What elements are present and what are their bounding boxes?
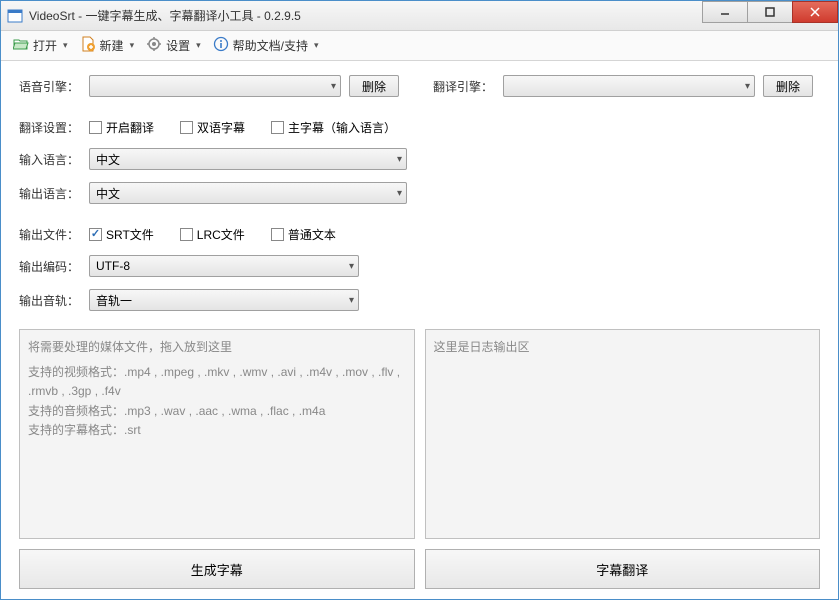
dropzone-hint: 将需要处理的媒体文件，拖入放到这里 bbox=[28, 338, 406, 357]
translate-engine-label: 翻译引擎： bbox=[433, 78, 495, 95]
main-sub-checkbox[interactable] bbox=[271, 121, 284, 134]
generate-subtitles-button[interactable]: 生成字幕 bbox=[19, 549, 415, 589]
dropzone-video-formats: 支持的视频格式：.mp4 , .mpeg , .mkv , .wmv , .av… bbox=[28, 363, 406, 401]
log-hint: 这里是日志输出区 bbox=[434, 338, 812, 357]
input-lang-row: 输入语言： 中文 bbox=[19, 148, 820, 170]
output-lang-select[interactable]: 中文 bbox=[89, 182, 407, 204]
content-area: 语音引擎： 删除 翻译引擎： 删除 翻译设置： 开启翻译 双语字幕 bbox=[1, 61, 838, 599]
output-file-row: 输出文件： SRT文件 LRC文件 普通文本 bbox=[19, 226, 820, 243]
toolbar-new[interactable]: 新建 ▾ bbox=[76, 33, 139, 58]
chevron-down-icon: ▾ bbox=[130, 40, 135, 51]
folder-open-icon bbox=[13, 36, 29, 55]
toolbar: 打开 ▾ 新建 ▾ 设置 ▾ 帮助文档/支持 ▾ bbox=[1, 31, 838, 61]
window-title: VideoSrt - 一键字幕生成、字幕翻译小工具 - 0.2.9.5 bbox=[29, 7, 703, 24]
output-track-row: 输出音轨： 音轨一 bbox=[19, 289, 820, 311]
input-lang-label: 输入语言： bbox=[19, 151, 81, 168]
lrc-label: LRC文件 bbox=[197, 226, 245, 243]
dropzone-subtitle-formats: 支持的字幕格式：.srt bbox=[28, 421, 406, 440]
dropzone-audio-formats: 支持的音频格式：.mp3 , .wav , .aac , .wma , .fla… bbox=[28, 402, 406, 421]
enable-translate-label: 开启翻译 bbox=[106, 119, 154, 136]
bilingual-checkbox[interactable] bbox=[180, 121, 193, 134]
translate-subtitles-button[interactable]: 字幕翻译 bbox=[425, 549, 821, 589]
chevron-down-icon: ▾ bbox=[196, 40, 201, 51]
output-encoding-select[interactable]: UTF-8 bbox=[89, 255, 359, 277]
srt-label: SRT文件 bbox=[106, 226, 154, 243]
app-window: VideoSrt - 一键字幕生成、字幕翻译小工具 - 0.2.9.5 打开 ▾ bbox=[0, 0, 839, 600]
output-track-select[interactable]: 音轨一 bbox=[89, 289, 359, 311]
enable-translate-checkbox[interactable] bbox=[89, 121, 102, 134]
output-lang-row: 输出语言： 中文 bbox=[19, 182, 820, 204]
output-encoding-row: 输出编码： UTF-8 bbox=[19, 255, 820, 277]
minimize-button[interactable] bbox=[702, 1, 748, 23]
txt-label: 普通文本 bbox=[288, 226, 336, 243]
log-panel: 这里是日志输出区 bbox=[425, 329, 821, 539]
panels: 将需要处理的媒体文件，拖入放到这里 支持的视频格式：.mp4 , .mpeg ,… bbox=[19, 329, 820, 539]
speech-engine-delete-button[interactable]: 删除 bbox=[349, 75, 399, 97]
gear-icon bbox=[146, 36, 162, 55]
chevron-down-icon: ▾ bbox=[314, 40, 319, 51]
lrc-checkbox[interactable] bbox=[180, 228, 193, 241]
output-lang-label: 输出语言： bbox=[19, 185, 81, 202]
translate-engine-delete-button[interactable]: 删除 bbox=[763, 75, 813, 97]
txt-checkbox[interactable] bbox=[271, 228, 284, 241]
speech-engine-label: 语音引擎： bbox=[19, 78, 81, 95]
titlebar: VideoSrt - 一键字幕生成、字幕翻译小工具 - 0.2.9.5 bbox=[1, 1, 838, 31]
srt-checkbox[interactable] bbox=[89, 228, 102, 241]
output-track-label: 输出音轨： bbox=[19, 292, 81, 309]
window-controls bbox=[703, 1, 838, 30]
app-icon bbox=[7, 8, 23, 24]
maximize-button[interactable] bbox=[747, 1, 793, 23]
close-button[interactable] bbox=[792, 1, 838, 23]
main-sub-label: 主字幕（输入语言） bbox=[288, 119, 396, 136]
translate-engine-select[interactable] bbox=[503, 75, 755, 97]
dropzone-panel[interactable]: 将需要处理的媒体文件，拖入放到这里 支持的视频格式：.mp4 , .mpeg ,… bbox=[19, 329, 415, 539]
bottom-buttons: 生成字幕 字幕翻译 bbox=[19, 549, 820, 589]
engine-row: 语音引擎： 删除 翻译引擎： 删除 bbox=[19, 75, 820, 97]
bilingual-label: 双语字幕 bbox=[197, 119, 245, 136]
toolbar-open[interactable]: 打开 ▾ bbox=[9, 33, 72, 58]
translate-settings-row: 翻译设置： 开启翻译 双语字幕 主字幕（输入语言） bbox=[19, 119, 820, 136]
toolbar-help[interactable]: 帮助文档/支持 ▾ bbox=[209, 33, 323, 58]
chevron-down-icon: ▾ bbox=[63, 40, 68, 51]
output-encoding-label: 输出编码： bbox=[19, 258, 81, 275]
output-file-label: 输出文件： bbox=[19, 226, 81, 243]
speech-engine-select[interactable] bbox=[89, 75, 341, 97]
translate-settings-label: 翻译设置： bbox=[19, 119, 81, 136]
file-new-icon bbox=[80, 36, 96, 55]
input-lang-select[interactable]: 中文 bbox=[89, 148, 407, 170]
info-icon bbox=[213, 36, 229, 55]
toolbar-settings[interactable]: 设置 ▾ bbox=[142, 33, 205, 58]
